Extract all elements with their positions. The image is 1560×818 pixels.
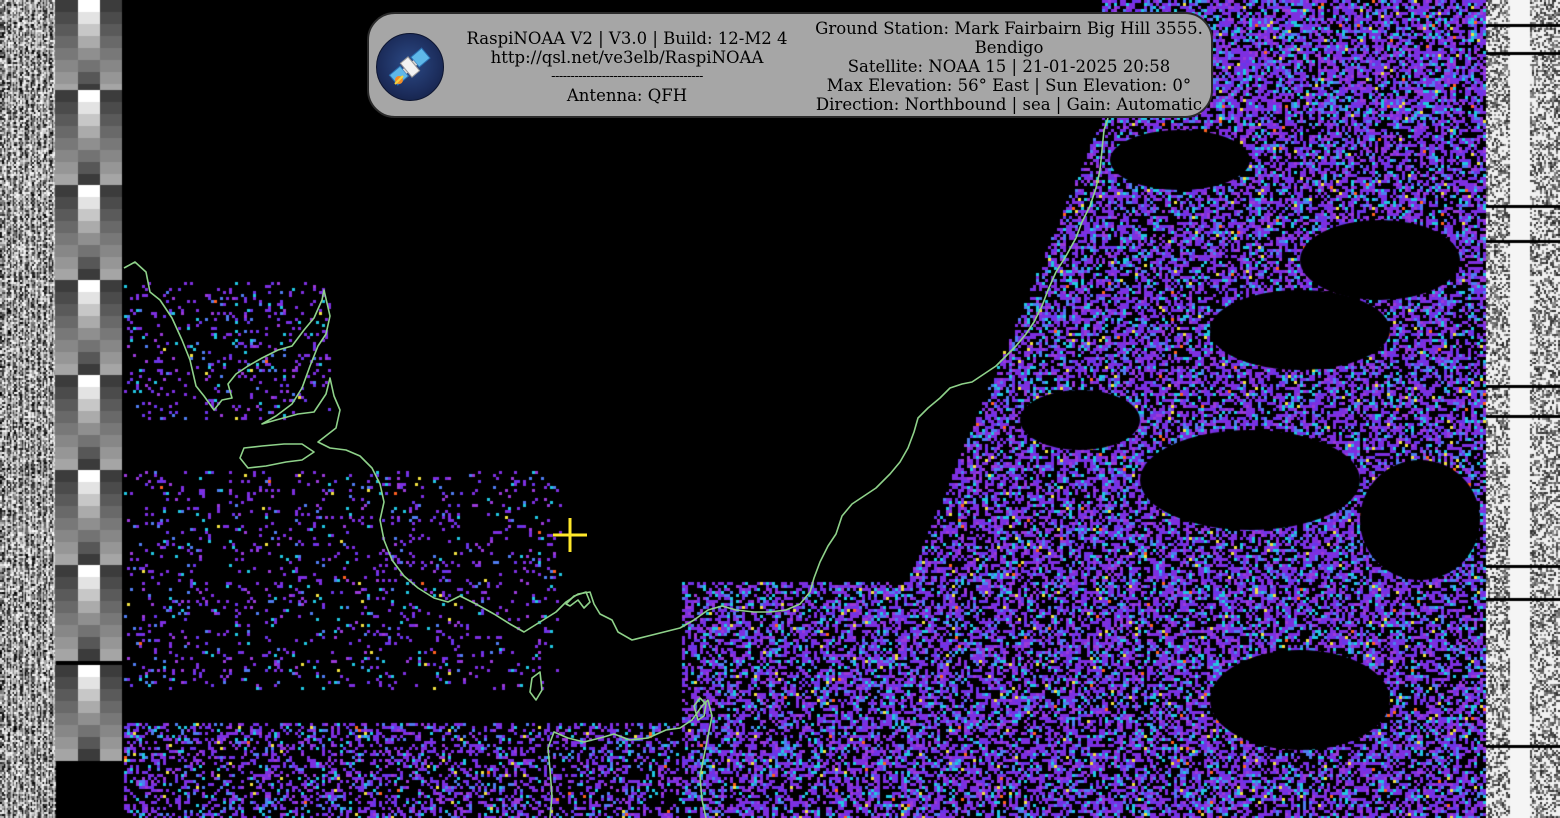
software-info: RaspiNOAA V2 | V3.0 | Build: 12-M2 4 htt…	[457, 29, 797, 105]
island-kangaroo	[239, 443, 315, 469]
antenna-label: Antenna: QFH	[566, 86, 688, 105]
coastline-west	[123, 117, 1109, 641]
coastline-tasmania	[547, 699, 713, 818]
separator-line: ---------------------------------------	[551, 69, 703, 84]
location-label: Bendigo	[974, 38, 1044, 57]
ground-station-label: Ground Station: Mark Fairbairn Big Hill …	[815, 19, 1203, 38]
coastline-overlay	[123, 117, 1109, 818]
pass-info-banner: RaspiNOAA V2 | V3.0 | Build: 12-M2 4 htt…	[367, 12, 1213, 118]
elevation-label: Max Elevation: 56° East | Sun Elevation:…	[826, 76, 1192, 95]
project-url: http://qsl.net/ve3elb/RaspiNOAA	[490, 48, 764, 67]
crosshair-icon	[553, 518, 587, 552]
bay-port-phillip	[565, 591, 591, 609]
software-version: RaspiNOAA V2 | V3.0 | Build: 12-M2 4	[466, 29, 788, 48]
satellite-logo-icon	[376, 33, 444, 101]
island-king	[529, 671, 543, 701]
direction-label: Direction: Northbound | sea | Gain: Auto…	[815, 95, 1203, 114]
satellite-label: Satellite: NOAA 15 | 21-01-2025 20:58	[847, 57, 1171, 76]
station-info: Ground Station: Mark Fairbairn Big Hill …	[809, 19, 1209, 114]
